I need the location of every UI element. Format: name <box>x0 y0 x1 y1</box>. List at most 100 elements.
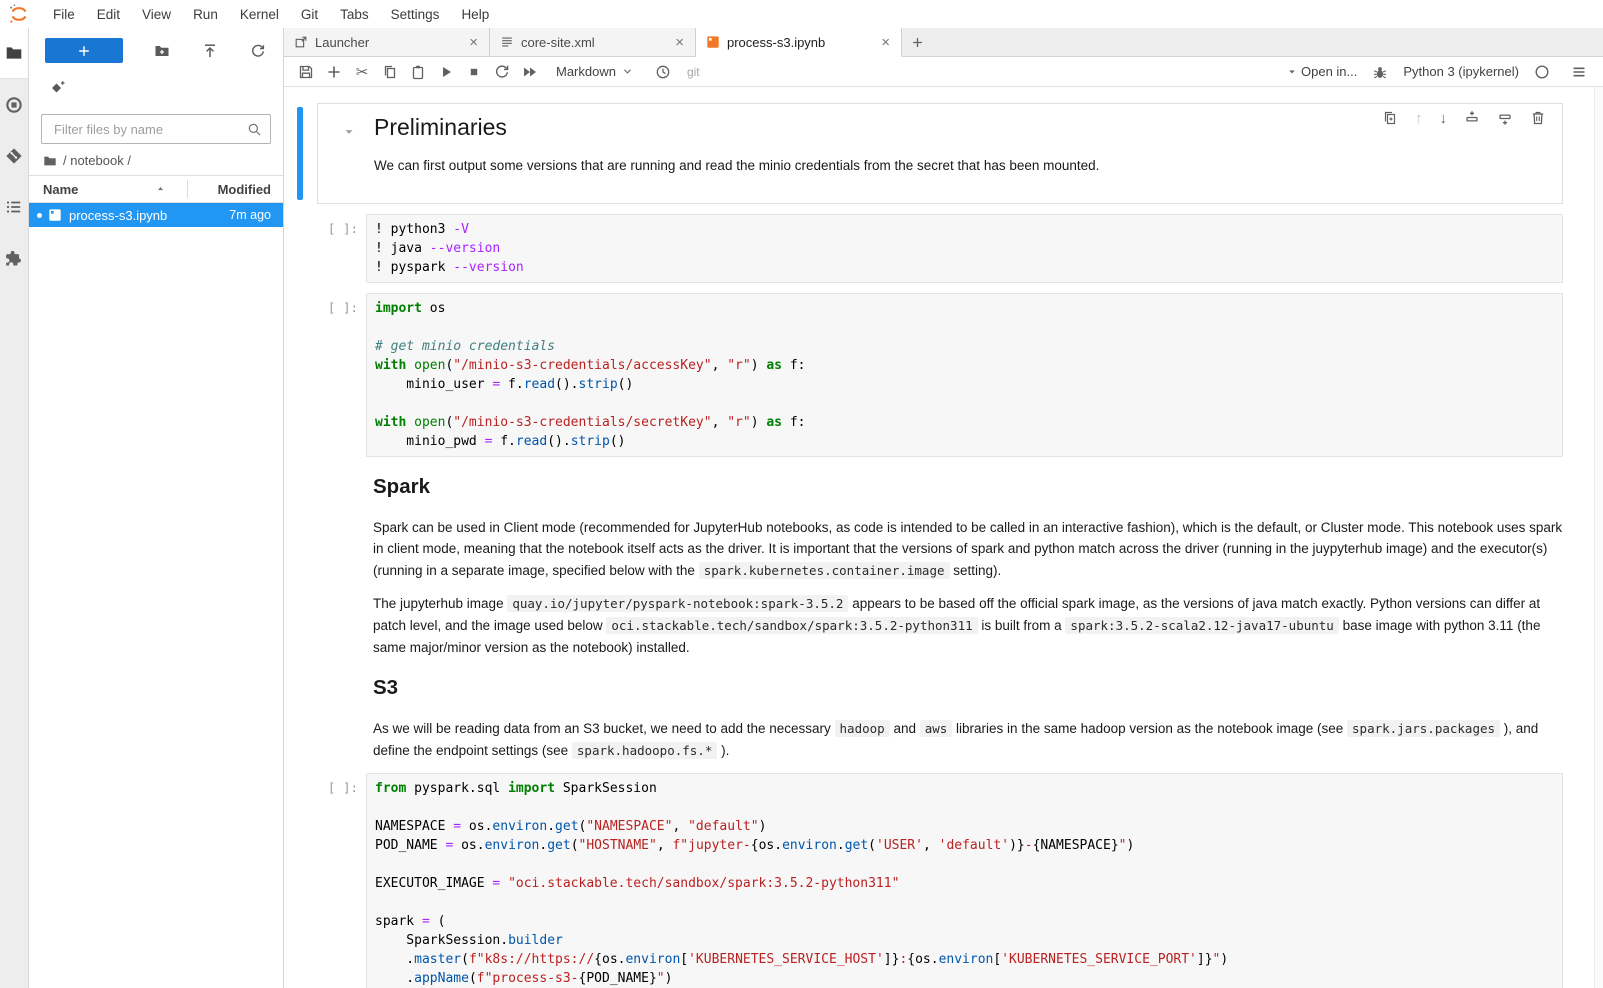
filter-files-box <box>41 114 271 144</box>
close-tab-icon[interactable]: × <box>672 34 687 51</box>
menu-file[interactable]: File <box>42 0 86 28</box>
delete-cell-button[interactable] <box>1530 110 1546 126</box>
close-tab-icon[interactable]: × <box>878 34 893 51</box>
paste-icon <box>410 64 426 80</box>
inline-code: spark.hadoopo.fs.* <box>572 742 717 759</box>
code-editor[interactable]: import os # get minio credentialswith op… <box>366 293 1563 457</box>
code-cell[interactable]: [ ]:import os # get minio credentialswit… <box>366 293 1563 457</box>
breadcrumb[interactable]: / notebook / <box>29 144 283 175</box>
open-in-dropdown[interactable]: Open in... <box>1288 64 1357 79</box>
tab-launcher[interactable]: Launcher× <box>284 28 490 57</box>
git-clone-button[interactable] <box>49 79 67 97</box>
cell-toolbar: ↑↓ <box>1382 110 1546 126</box>
paste-cells-button[interactable] <box>404 60 432 84</box>
new-launcher-button[interactable] <box>45 38 123 63</box>
add-icon <box>326 64 342 80</box>
folder-icon <box>5 44 23 62</box>
open-in-label: Open in... <box>1301 64 1357 79</box>
kernel-name[interactable]: Python 3 (ipykernel) <box>1403 64 1519 79</box>
close-tab-icon[interactable]: × <box>466 34 481 51</box>
chevron-down-icon <box>622 66 633 77</box>
folder-icon <box>43 154 57 168</box>
sidebar-tab-extension-manager[interactable] <box>0 232 28 283</box>
plus-icon <box>77 44 91 58</box>
cell-type-value: Markdown <box>556 64 616 79</box>
copy-icon <box>382 64 398 80</box>
tab-bar-filler <box>932 28 1603 57</box>
duplicate-cell-button[interactable] <box>1382 110 1398 126</box>
activity-bar <box>0 28 29 988</box>
column-name[interactable]: Name <box>43 182 78 197</box>
code-cell[interactable]: [ ]:from pyspark.sql import SparkSession… <box>366 773 1563 988</box>
cell-heading: Preliminaries <box>374 114 1546 141</box>
code-cell[interactable]: [ ]:! python3 -V! java --version! pyspar… <box>366 214 1563 283</box>
move-cell-down-button[interactable]: ↓ <box>1440 111 1448 126</box>
file-row[interactable]: process-s3.ipynb 7m ago <box>29 203 283 227</box>
inline-code: hadoop <box>835 720 890 737</box>
cell-type-dropdown[interactable]: Markdown <box>556 64 633 79</box>
toc-icon <box>5 198 23 216</box>
menu-items: FileEditViewRunKernelGitTabsSettingsHelp <box>42 0 500 28</box>
tab-label: core-site.xml <box>521 35 665 50</box>
copy-cells-button[interactable] <box>376 60 404 84</box>
sidebar-tab-git[interactable] <box>0 130 28 181</box>
collapse-heading-icon[interactable] <box>344 124 354 142</box>
new-folder-button[interactable] <box>153 42 171 60</box>
upload-files-button[interactable] <box>201 42 219 60</box>
menu-run[interactable]: Run <box>182 0 229 28</box>
menu-git[interactable]: Git <box>290 0 329 28</box>
open-file-dot <box>37 213 42 218</box>
cut-cells-button[interactable]: ✂ <box>348 60 376 84</box>
menu-view[interactable]: View <box>131 0 182 28</box>
inline-code: spark.jars.packages <box>1347 720 1500 737</box>
menu-bar: FileEditViewRunKernelGitTabsSettingsHelp <box>0 0 1603 28</box>
insert-cell-below-button[interactable] <box>1497 110 1513 126</box>
new-tab-button[interactable] <box>902 28 932 57</box>
menu-tabs[interactable]: Tabs <box>329 0 380 28</box>
sidebar-tab-file-browser[interactable] <box>0 28 28 79</box>
toolbar-more-button[interactable] <box>1565 60 1593 84</box>
menu-help[interactable]: Help <box>450 0 500 28</box>
column-modified[interactable]: Modified <box>218 182 271 197</box>
cut-icon: ✂ <box>356 63 369 81</box>
restart-run-all-button[interactable] <box>516 60 544 84</box>
markdown-cell[interactable]: S3As we will be reading data from an S3 … <box>373 676 1563 761</box>
menu-settings[interactable]: Settings <box>380 0 451 28</box>
save-button[interactable] <box>292 60 320 84</box>
menu-edit[interactable]: Edit <box>86 0 131 28</box>
inline-code: aws <box>920 720 953 737</box>
file-modified: 7m ago <box>229 208 271 222</box>
file-text-icon <box>500 35 514 49</box>
code-editor[interactable]: from pyspark.sql import SparkSession NAM… <box>366 773 1563 988</box>
interrupt-kernel-button[interactable] <box>460 60 488 84</box>
tab-core-site-xml[interactable]: core-site.xml × <box>490 28 696 57</box>
debugger-button[interactable] <box>1366 60 1394 84</box>
active-cell-indicator <box>297 107 303 200</box>
insert-cell-above-button[interactable] <box>1464 110 1480 126</box>
run-cell-button[interactable] <box>432 60 460 84</box>
file-name: process-s3.ipynb <box>69 208 167 223</box>
restart-kernel-button[interactable] <box>488 60 516 84</box>
execution-time-button[interactable] <box>649 60 677 84</box>
kernel-status-icon <box>1528 60 1556 84</box>
markdown-cell[interactable]: SparkSpark can be used in Client mode (r… <box>373 475 1563 659</box>
tab-bar: Launcher×core-site.xml×process-s3.ipynb× <box>284 28 1603 57</box>
code-editor[interactable]: ! python3 -V! java --version! pyspark --… <box>366 214 1563 283</box>
filter-files-input[interactable] <box>52 121 247 138</box>
notebook-icon <box>706 35 720 49</box>
refresh-file-list-button[interactable] <box>249 42 267 60</box>
notebook-file-icon <box>48 208 62 222</box>
notebook-scrollbar[interactable] <box>1594 87 1603 988</box>
restart-icon <box>494 64 510 80</box>
inline-code: spark.kubernetes.container.image <box>699 562 950 579</box>
search-icon <box>247 122 262 137</box>
markdown-cell-selected[interactable]: PreliminariesWe can first output some ve… <box>317 103 1563 204</box>
tab-process-s3-ipynb[interactable]: process-s3.ipynb× <box>696 28 902 57</box>
menu-kernel[interactable]: Kernel <box>229 0 290 28</box>
cell-paragraph: Spark can be used in Client mode (recomm… <box>373 517 1563 582</box>
add-cell-button[interactable] <box>320 60 348 84</box>
sidebar-tab-running-terminals-and-kernels[interactable] <box>0 79 28 130</box>
git-toolbar-button[interactable]: git <box>687 65 700 79</box>
jupyterhub-logo-icon <box>8 3 30 25</box>
sidebar-tab-table-of-contents[interactable] <box>0 181 28 232</box>
